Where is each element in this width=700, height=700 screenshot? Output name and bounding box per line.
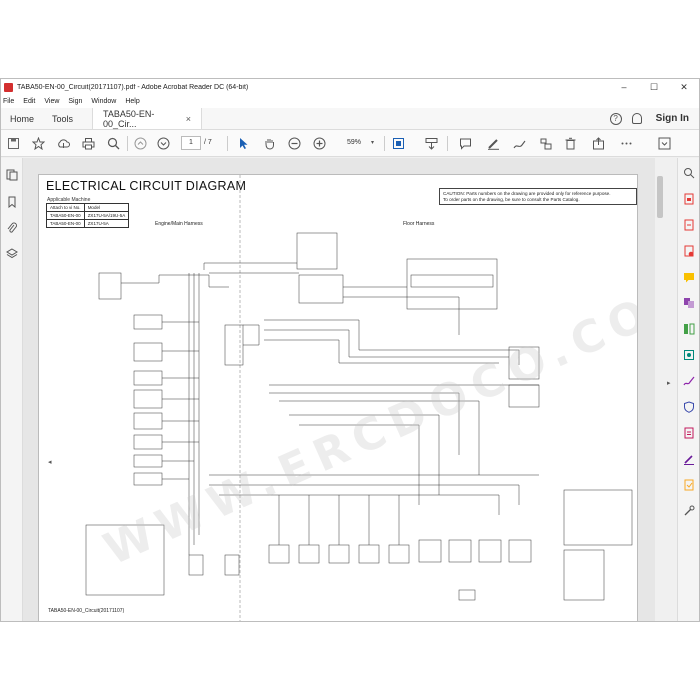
- caution-note: CAUTION: Parts numbers on the drawing ar…: [439, 188, 637, 205]
- table-cell: ZX17U-5A: [83, 219, 130, 228]
- scrollbar-thumb[interactable]: [657, 176, 663, 218]
- tab-bar: Home Tools TABA50-EN-00_Cir... × ? Sign …: [1, 108, 699, 130]
- menu-edit[interactable]: Edit: [23, 98, 35, 105]
- tab-document-label: TABA50-EN-00_Cir...: [103, 108, 155, 129]
- zoom-out-icon[interactable]: [288, 137, 301, 150]
- table-row: TABA50-EN-00 ZX17U-5A/19U-5A: [46, 211, 130, 220]
- menu-help[interactable]: Help: [125, 98, 139, 105]
- help-icon[interactable]: ?: [609, 112, 622, 125]
- engine-harness-label: Engine/Main Harness: [155, 221, 203, 227]
- page-number-input[interactable]: 1: [181, 136, 201, 150]
- page-footer-filename: TABA50-EN-00_Circuit(20171107): [48, 608, 125, 614]
- diagram-title: ELECTRICAL CIRCUIT DIAGRAM: [46, 179, 247, 193]
- table-cell: TABA50-EN-00: [46, 211, 85, 220]
- scroll-mode-icon[interactable]: [425, 137, 438, 150]
- left-navigation-rail: [1, 158, 23, 621]
- collapse-toolbar-icon[interactable]: [658, 137, 671, 150]
- close-window-button[interactable]: ✕: [669, 82, 699, 93]
- menu-window[interactable]: Window: [91, 98, 116, 105]
- tab-document[interactable]: TABA50-EN-00_Cir... ×: [92, 108, 203, 129]
- pdf-page: WWW.ERCDOCO.COM ELECTRICAL CIRCUIT DIAGR…: [38, 174, 638, 621]
- tab-tools[interactable]: Tools: [43, 108, 82, 129]
- table-header-row: Attach to vi No. Model: [46, 203, 130, 212]
- bookmarks-icon[interactable]: [6, 195, 18, 209]
- sign-pen-icon[interactable]: [513, 137, 526, 150]
- fill-sign-icon[interactable]: [683, 374, 695, 386]
- save-icon[interactable]: [7, 137, 20, 150]
- attachments-icon[interactable]: [6, 221, 18, 233]
- menu-view[interactable]: View: [44, 98, 59, 105]
- layers-icon[interactable]: [6, 247, 18, 259]
- title-bar: TABA50-EN-00_Circuit(20171107).pdf - Ado…: [1, 79, 699, 95]
- table-row: TABA50-EN-00 ZX17U-5A: [46, 219, 130, 228]
- search-tool-icon[interactable]: [683, 166, 695, 179]
- organize-pages-icon[interactable]: [683, 322, 695, 335]
- combine-files-icon[interactable]: [683, 296, 695, 308]
- stamp-icon[interactable]: [539, 137, 552, 150]
- bookmark-star-icon[interactable]: [32, 137, 45, 150]
- table-cell: ZX17U-5A/19U-5A: [83, 211, 130, 220]
- delete-trash-icon[interactable]: [564, 137, 577, 150]
- zoom-level[interactable]: 59%: [347, 139, 361, 146]
- document-canvas[interactable]: WWW.ERCDOCO.COM ELECTRICAL CIRCUIT DIAGR…: [23, 158, 655, 621]
- menu-file[interactable]: File: [3, 98, 14, 105]
- comment-icon[interactable]: [459, 137, 472, 150]
- highlight-pen-icon[interactable]: [487, 137, 500, 150]
- window-title: TABA50-EN-00_Circuit(20171107).pdf - Ado…: [17, 83, 249, 91]
- minimize-button[interactable]: –: [609, 82, 639, 92]
- zoom-in-icon[interactable]: [313, 137, 326, 150]
- page-thumbnails-icon[interactable]: [6, 168, 18, 181]
- tab-close-icon[interactable]: ×: [186, 114, 191, 124]
- vertical-scrollbar[interactable]: [655, 158, 665, 621]
- select-cursor-icon[interactable]: [237, 137, 250, 150]
- share-icon[interactable]: [592, 137, 605, 150]
- print-icon[interactable]: [82, 137, 95, 150]
- previous-page-icon[interactable]: [134, 137, 147, 150]
- toolbar: 1 / 7 59% ▾: [1, 130, 699, 157]
- menu-bar: File Edit View Sign Window Help: [1, 95, 699, 108]
- export-pdf-icon[interactable]: [683, 192, 695, 205]
- caution-line-2: To order parts on the drawing, be sure t…: [443, 197, 580, 202]
- notification-bell-icon[interactable]: [631, 113, 642, 124]
- applicable-machine-table: Attach to vi No. Model TABA50-EN-00 ZX17…: [46, 203, 130, 228]
- page-total: / 7: [204, 139, 212, 146]
- left-panel-toggle-icon[interactable]: ◂: [48, 458, 52, 466]
- table-header-cell: Model: [83, 203, 130, 212]
- acrobat-window: TABA50-EN-00_Circuit(20171107).pdf - Ado…: [0, 78, 700, 622]
- table-cell: TABA50-EN-00: [46, 219, 85, 228]
- comment-tool-icon[interactable]: [683, 270, 695, 283]
- protect-shield-icon[interactable]: [683, 400, 695, 413]
- edit-pdf-icon[interactable]: [683, 244, 695, 257]
- table-header-cell: Attach to vi No.: [46, 203, 85, 212]
- right-panel-toggle-icon[interactable]: ▸: [667, 379, 671, 387]
- maximize-button[interactable]: ☐: [639, 82, 669, 93]
- enhance-scans-icon[interactable]: [683, 348, 695, 360]
- floor-harness-label: Floor Harness: [403, 221, 435, 227]
- hand-tool-icon[interactable]: [263, 137, 276, 150]
- search-icon[interactable]: [107, 137, 120, 150]
- fit-page-icon[interactable]: [392, 137, 405, 150]
- tab-home[interactable]: Home: [1, 108, 43, 129]
- upload-cloud-icon[interactable]: [57, 137, 70, 150]
- zoom-dropdown-icon[interactable]: ▾: [371, 139, 374, 146]
- more-tools-wrench-icon[interactable]: [683, 504, 695, 516]
- next-page-icon[interactable]: [157, 137, 170, 150]
- sign-in-button[interactable]: Sign In: [656, 113, 689, 124]
- more-tools-icon[interactable]: [620, 137, 633, 150]
- menu-sign[interactable]: Sign: [68, 98, 82, 105]
- request-signature-icon[interactable]: [683, 452, 695, 465]
- create-pdf-icon[interactable]: [683, 218, 695, 231]
- send-for-review-icon[interactable]: [683, 478, 695, 491]
- prepare-form-icon[interactable]: [683, 426, 695, 439]
- acrobat-app-icon: [4, 82, 13, 92]
- right-tools-rail: [677, 158, 699, 621]
